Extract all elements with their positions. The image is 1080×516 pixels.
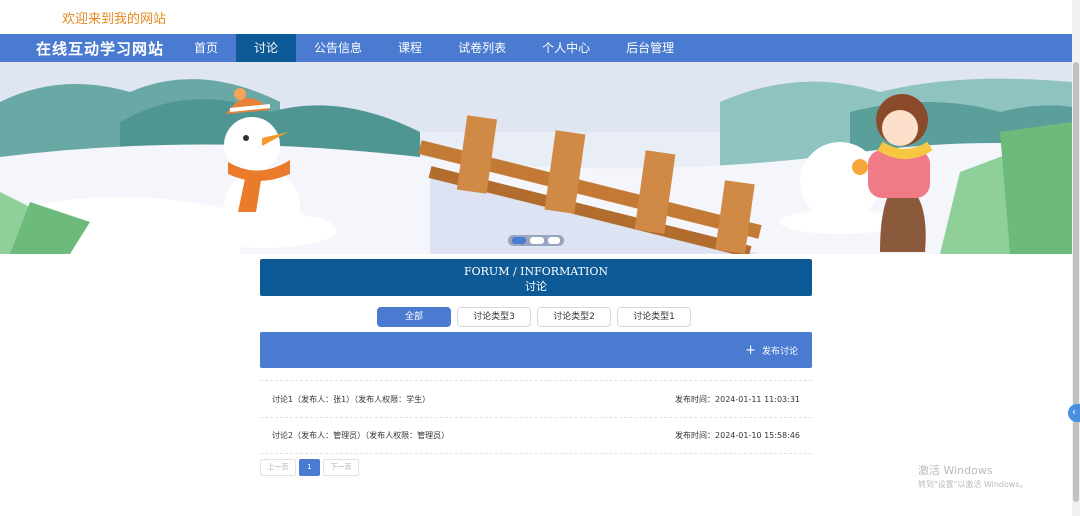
discussion-list: 讨论1（发布人：张1）（发布人权限：学生） 发布时间：2024-01-11 11… (260, 380, 812, 454)
nav-item-personal-center[interactable]: 个人中心 (524, 34, 608, 62)
scrollbar-thumb[interactable] (1073, 62, 1079, 502)
nav-item-admin[interactable]: 后台管理 (608, 34, 692, 62)
nav-item-exam-list[interactable]: 试卷列表 (440, 34, 524, 62)
tab-type-2[interactable]: 讨论类型2 (537, 307, 611, 327)
tab-all[interactable]: 全部 (377, 307, 451, 327)
next-page-button[interactable]: 下一页 (323, 459, 359, 476)
list-item[interactable]: 讨论1（发布人：张1）（发布人权限：学生） 发布时间：2024-01-11 11… (260, 380, 812, 417)
forum-title-chinese: 讨论 (525, 280, 547, 293)
action-bar: + 发布讨论 (260, 332, 812, 368)
banner-carousel (0, 62, 1072, 254)
post-discussion-label: 发布讨论 (761, 347, 798, 357)
discussion-time: 发布时间：2024-01-11 11:03:31 (675, 394, 800, 404)
pagination: 上一页 1 下一页 (260, 459, 359, 476)
tab-type-3[interactable]: 讨论类型3 (457, 307, 531, 327)
discussion-title[interactable]: 讨论2（发布人：管理员）（发布人权限：管理员） (272, 430, 449, 441)
page: 欢迎来到我的网站 在线互动学习网站 首页 讨论 公告信息 课程 试卷列表 个人中… (0, 0, 1080, 516)
forum-title-english: FORUM / INFORMATION (464, 265, 608, 278)
top-navbar: 在线互动学习网站 首页 讨论 公告信息 课程 试卷列表 个人中心 后台管理 (0, 34, 1072, 62)
nav-item-announcements[interactable]: 公告信息 (296, 34, 380, 62)
prev-page-button[interactable]: 上一页 (260, 459, 296, 476)
page-number-button[interactable]: 1 (299, 459, 320, 476)
site-title: 在线互动学习网站 (36, 39, 165, 58)
nav-menu: 首页 讨论 公告信息 课程 试卷列表 个人中心 后台管理 (176, 34, 692, 62)
discussion-time: 发布时间：2024-01-10 15:58:46 (675, 431, 800, 440)
tab-type-1[interactable]: 讨论类型1 (617, 307, 691, 327)
winter-banner-illustration (0, 62, 1072, 254)
side-collapse-icon[interactable]: ‹ (1068, 404, 1080, 422)
windows-activation-watermark: 激活 Windows 转到"设置"以激活 Windows。 (918, 462, 1028, 490)
watermark-line-2: 转到"设置"以激活 Windows。 (918, 480, 1028, 489)
post-discussion-button[interactable]: + 发布讨论 (745, 342, 798, 358)
forum-section-header: FORUM / INFORMATION 讨论 (260, 259, 812, 296)
watermark-line-1: 激活 Windows (918, 464, 993, 477)
nav-item-courses[interactable]: 课程 (380, 34, 440, 62)
discussion-type-tabs: 全部 讨论类型3 讨论类型2 讨论类型1 (377, 307, 691, 327)
nav-item-home[interactable]: 首页 (176, 34, 236, 62)
list-item[interactable]: 讨论2（发布人：管理员）（发布人权限：管理员） 发布时间：2024-01-10 … (260, 417, 812, 454)
plus-icon: + (745, 342, 756, 358)
vertical-scrollbar[interactable] (1072, 0, 1080, 516)
discussion-title[interactable]: 讨论1（发布人：张1）（发布人权限：学生） (272, 394, 430, 405)
nav-item-discussion[interactable]: 讨论 (236, 34, 297, 62)
carousel-indicators (508, 235, 564, 246)
welcome-text: 欢迎来到我的网站 (62, 12, 167, 27)
